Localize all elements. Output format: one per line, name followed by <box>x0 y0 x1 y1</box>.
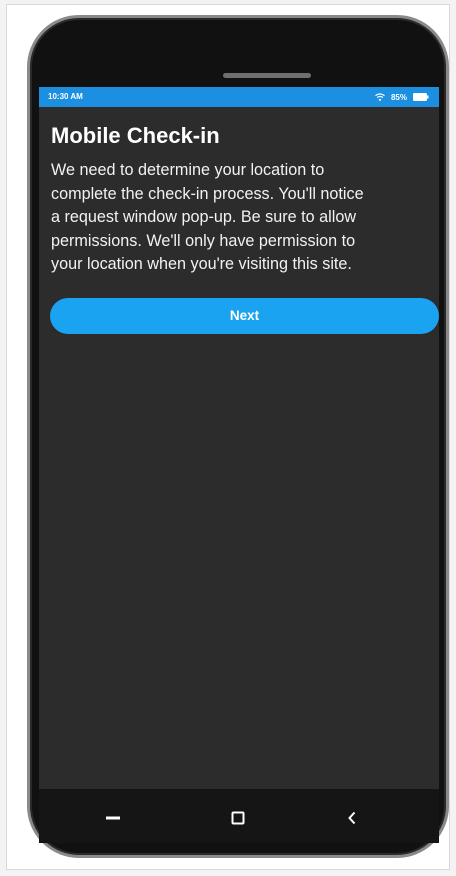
wifi-icon <box>375 93 385 101</box>
message-line: We need to determine your location to <box>51 161 325 179</box>
navigation-bar <box>39 789 439 843</box>
home-button[interactable] <box>223 803 253 833</box>
message-line: complete the check-in process. You'll no… <box>51 184 364 203</box>
back-button[interactable] <box>337 803 367 833</box>
page-title: Mobile Check-in <box>51 123 220 148</box>
message-line: your location when you're visiting this … <box>51 255 352 273</box>
message-line: permissions. We'll only have permission … <box>51 231 356 250</box>
location-permission-message: We need to determine your location to co… <box>51 159 437 277</box>
back-icon <box>347 811 357 825</box>
status-time: 10:30 AM <box>48 92 83 101</box>
message-line: a request window pop-up. Be sure to allo… <box>51 208 357 226</box>
recent-apps-icon <box>106 816 120 820</box>
battery-percent: 85% <box>390 92 407 102</box>
next-button[interactable]: Next <box>50 298 439 334</box>
home-icon <box>231 811 245 825</box>
recent-apps-button[interactable] <box>98 803 128 833</box>
phone-screen: 10:30 AM 85% Mobile Check-in We need to … <box>39 87 439 789</box>
battery-icon <box>413 93 429 101</box>
earpiece-speaker <box>223 73 311 78</box>
status-indicators: 85% <box>375 91 429 103</box>
status-bar: 10:30 AM 85% <box>39 87 439 107</box>
